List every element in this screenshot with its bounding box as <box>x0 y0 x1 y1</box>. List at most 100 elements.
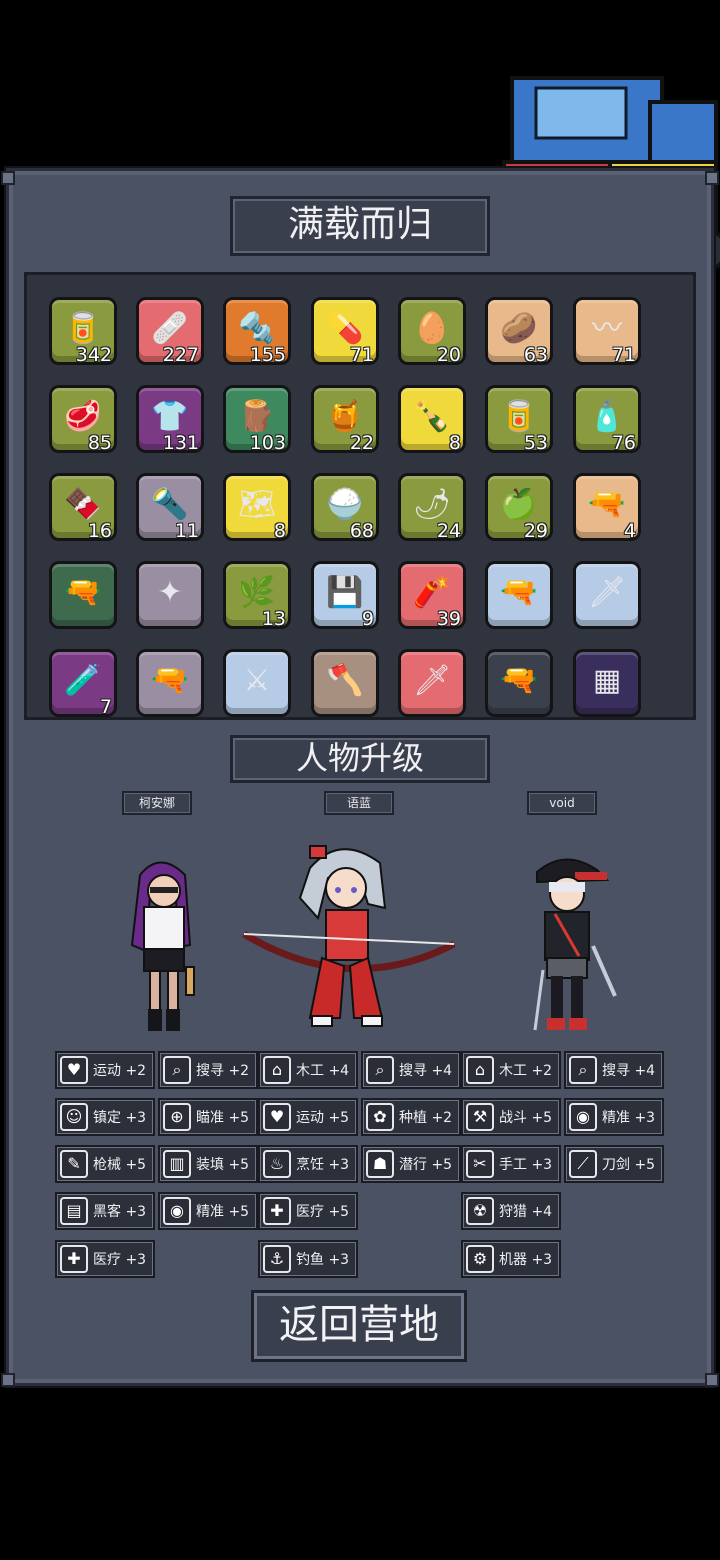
inventory-slot[interactable]: 🍏 29 <box>485 473 553 542</box>
item-icon: 💊 <box>326 310 364 346</box>
inventory-slot[interactable]: 🪓 <box>311 649 379 717</box>
skill-bonus: ☢ 狩猎 +4 <box>461 1192 561 1230</box>
item-icon: 🍾 <box>413 398 451 434</box>
skill-label: 种植 +2 <box>399 1110 453 1126</box>
skill-label: 烹饪 +3 <box>296 1157 350 1173</box>
skill-label: 医疗 +3 <box>93 1252 147 1268</box>
inventory-slot[interactable]: 🧪 7 <box>49 649 117 717</box>
skill-icon: ⟋ <box>569 1150 597 1178</box>
skill-bonus: ⟋ 刀剑 +5 <box>564 1145 664 1183</box>
inventory-slot[interactable]: 🔫 <box>136 649 204 717</box>
inventory-slot[interactable]: 🔩 155 <box>223 297 291 366</box>
upgrade-title: 人物升级 <box>230 735 490 783</box>
item-count: 71 <box>349 344 374 366</box>
character-sprite-void[interactable] <box>515 850 625 1040</box>
skill-icon: ♨ <box>263 1150 291 1178</box>
item-icon: 💾 <box>326 574 364 610</box>
inventory-slot[interactable]: 💾 9 <box>311 561 379 630</box>
character-name-tag: 语蓝 <box>324 791 394 815</box>
item-count: 85 <box>87 432 112 454</box>
skill-bonus: ⊕ 瞄准 +5 <box>158 1098 258 1136</box>
inventory-slot[interactable]: 🔫 4 <box>573 473 641 542</box>
inventory-slot[interactable]: 💊 71 <box>311 297 379 366</box>
inventory-slot[interactable]: 🍯 22 <box>311 385 379 454</box>
skill-icon: ⚙ <box>466 1245 494 1273</box>
inventory-slot[interactable]: 🧨 39 <box>398 561 466 630</box>
skill-icon: ✿ <box>366 1103 394 1131</box>
skill-label: 运动 +5 <box>296 1110 350 1126</box>
skill-bonus: ⌕ 搜寻 +4 <box>564 1051 664 1089</box>
skill-bonus: ♨ 烹饪 +3 <box>258 1145 358 1183</box>
inventory-slot[interactable]: 🔫 <box>485 649 553 717</box>
inventory-slot[interactable]: 🩹 227 <box>136 297 204 366</box>
item-icon: 🌶 <box>412 486 452 522</box>
inventory-slot[interactable]: 🥫 53 <box>485 385 553 454</box>
item-count: 20 <box>436 344 461 366</box>
skill-bonus: ▥ 装填 +5 <box>158 1145 258 1183</box>
character-sprite-keanna[interactable] <box>110 855 210 1040</box>
item-count: 11 <box>174 520 199 542</box>
skill-bonus: ⌕ 搜寻 +4 <box>361 1051 461 1089</box>
item-icon: 🥩 <box>64 398 102 434</box>
skill-icon: ▥ <box>163 1150 191 1178</box>
item-icon: 🔦 <box>151 486 189 522</box>
skill-bonus: ⌂ 木工 +4 <box>258 1051 358 1089</box>
item-icon: 🔫 <box>500 574 538 610</box>
inventory-slot[interactable]: 🥚 20 <box>398 297 466 366</box>
inventory-slot[interactable]: 🗺 8 <box>223 473 291 542</box>
item-count: 24 <box>436 520 461 542</box>
return-camp-button[interactable]: 返回营地 <box>251 1290 467 1362</box>
inventory-slot[interactable]: 🔫 <box>49 561 117 629</box>
skill-icon: ☗ <box>366 1150 394 1178</box>
inventory-slot[interactable]: 🧴 76 <box>573 385 641 454</box>
inventory-slot[interactable]: 〰 71 <box>573 297 641 366</box>
item-icon: 🧨 <box>413 574 451 610</box>
skill-label: 瞄准 +5 <box>196 1110 250 1126</box>
skill-icon: ♥ <box>60 1056 88 1084</box>
inventory-slot[interactable]: 🪵 103 <box>223 385 291 454</box>
inventory-slot[interactable]: ✦ <box>136 561 204 629</box>
skill-bonus: ⚒ 战斗 +5 <box>461 1098 561 1136</box>
skill-label: 木工 +2 <box>499 1063 553 1079</box>
skill-bonus: ✚ 医疗 +3 <box>55 1240 155 1278</box>
skill-bonus: ⚙ 机器 +3 <box>461 1240 561 1278</box>
inventory-slot[interactable]: 🔦 11 <box>136 473 204 542</box>
item-count: 7 <box>99 696 112 718</box>
inventory-slot[interactable]: 🍾 8 <box>398 385 466 454</box>
item-count: 9 <box>361 608 374 630</box>
character-name-tag: 柯安娜 <box>122 791 192 815</box>
skill-bonus: ♥ 运动 +5 <box>258 1098 358 1136</box>
item-count: 71 <box>611 344 636 366</box>
skill-icon: ⚒ <box>466 1103 494 1131</box>
skill-label: 装填 +5 <box>196 1157 250 1173</box>
inventory-slot[interactable]: 🍚 68 <box>311 473 379 542</box>
inventory-slot[interactable]: 🗡 <box>398 649 466 717</box>
inventory-slot[interactable]: 🌿 13 <box>223 561 291 630</box>
item-icon: 🌿 <box>238 574 276 610</box>
item-icon: ▦ <box>592 662 622 698</box>
inventory-slot[interactable]: ⚔ <box>223 649 291 717</box>
skill-icon: ◉ <box>163 1197 191 1225</box>
inventory-slot[interactable]: 🍫 16 <box>49 473 117 542</box>
skill-bonus: ⌂ 木工 +2 <box>461 1051 561 1089</box>
inventory-slot[interactable]: 🥫 342 <box>49 297 117 366</box>
inventory-slot[interactable]: 🥩 85 <box>49 385 117 454</box>
inventory-slot[interactable]: 🥔 63 <box>485 297 553 366</box>
skill-bonus: ✿ 种植 +2 <box>361 1098 461 1136</box>
item-icon: 🥫 <box>500 398 538 434</box>
item-icon: 🥫 <box>64 310 102 346</box>
inventory-slot[interactable]: 🗡 <box>573 561 641 629</box>
item-count: 8 <box>448 432 461 454</box>
item-icon: 🗺 <box>237 486 277 522</box>
inventory-slot[interactable]: ▦ <box>573 649 641 717</box>
character-sprite-yulan[interactable] <box>240 838 460 1033</box>
inventory-slot[interactable]: 🔫 <box>485 561 553 629</box>
skill-icon: ✎ <box>60 1150 88 1178</box>
item-count: 8 <box>273 520 286 542</box>
item-count: 342 <box>75 344 112 366</box>
skill-icon: ✚ <box>263 1197 291 1225</box>
item-icon: 🗡 <box>587 574 627 610</box>
skill-bonus: ◉ 精准 +5 <box>158 1192 258 1230</box>
inventory-slot[interactable]: 👕 131 <box>136 385 204 454</box>
inventory-slot[interactable]: 🌶 24 <box>398 473 466 542</box>
